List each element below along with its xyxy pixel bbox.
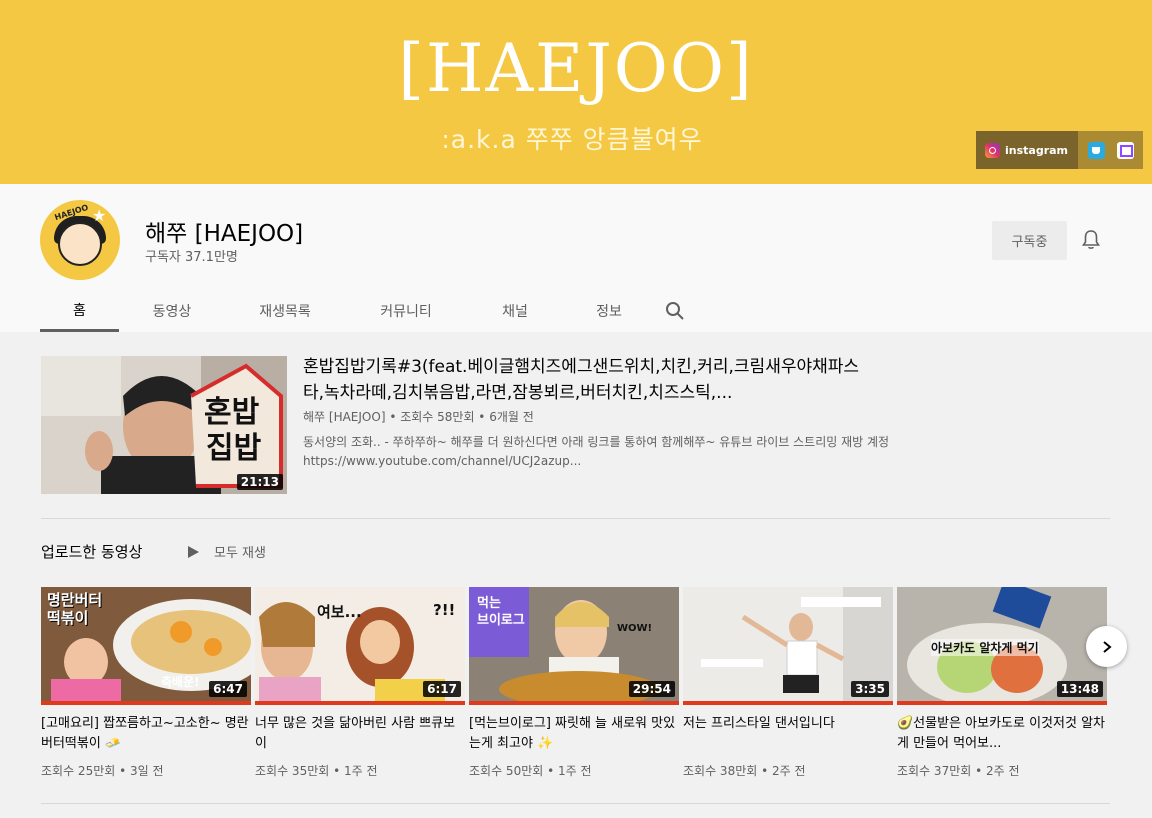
avatar-face [58,222,102,266]
video-thumbnail[interactable]: 3:35 [683,587,893,705]
banner-title: [HAEJOO] [398,30,754,107]
tab-videos[interactable]: 동영상 [119,290,225,332]
featured-video-description: 동서양의 조화.. - 쭈하쭈하~ 해쭈를 더 원하신다면 아래 링크를 통하여… [303,435,890,468]
video-duration: 21:13 [236,474,283,490]
watch-progress-bar [897,701,1107,705]
thumbnail-text: 먹는 브이로그 [477,596,525,628]
thumbnail-text: 아보카도 알차게 먹기 [931,639,1039,656]
banner-links: instagram [976,131,1144,169]
video-thumbnail[interactable]: 먹는 브이로그 WOW! 29:54 [469,587,679,705]
thumbnail-text-2: 축배운! [161,675,200,689]
instagram-link[interactable]: instagram [976,131,1079,169]
tab-community[interactable]: 커뮤니티 [345,290,467,332]
video-card[interactable]: 여보... ?!! 6:17 너무 많은 것을 닮아버린 사람 쁘큐보이 조회수… [255,587,465,779]
video-thumbnail[interactable]: 여보... ?!! 6:17 [255,587,465,705]
channel-tabs: 홈 동영상 재생목록 커뮤니티 채널 정보 [40,290,695,332]
watch-progress-bar [469,701,679,705]
star-icon: ★ [92,206,107,225]
banner-subtitle: :a.k.a 쭈쭈 앙큼불여우 [441,125,703,154]
video-card[interactable]: 먹는 브이로그 WOW! 29:54 [먹는브이로그] 짜릿해 늘 새로워 맛있… [469,587,679,779]
search-icon [666,302,684,320]
play-all-label: 모두 재생 [214,546,266,561]
video-meta: 조회수 50만회 • 1주 전 [469,764,592,778]
featured-video-title[interactable]: 혼밥집밥기록#3(feat.베이글햄치즈에그샌드위치,치킨,커리,크림새우야채파… [303,354,863,406]
twitch-link-icon[interactable] [1117,141,1135,159]
thumbnail-text: 명란버터 떡볶이 [47,591,103,627]
video-meta: 조회수 35만회 • 1주 전 [255,764,378,778]
video-meta: 조회수 25만회 • 3일 전 [41,764,164,778]
video-duration: 13:48 [1056,681,1103,697]
tab-playlists[interactable]: 재생목록 [225,290,345,332]
video-title[interactable]: 🥑선물받은 아보카도로 이것저것 알차게 만들어 먹어보... [897,714,1107,754]
instagram-link-label: instagram [1005,143,1069,157]
video-thumbnail[interactable]: 아보카도 알차게 먹기 13:48 [897,587,1107,705]
channel-banner: [HAEJOO] :a.k.a 쭈쭈 앙큼불여우 instagram [0,0,1152,184]
video-title[interactable]: 너무 많은 것을 닮아버린 사람 쁘큐보이 [255,714,465,754]
video-title[interactable]: 저는 프리스타일 댄서입니다 [683,714,893,754]
shelf-next-button[interactable] [1086,626,1127,667]
bell-icon[interactable] [1081,229,1101,251]
play-icon [188,545,199,558]
home-content: 혼밥 집밥 21:13 혼밥집밥기록#3(feat.베이글햄치즈에그샌드위치,치… [0,332,1152,818]
watch-progress-bar [41,701,251,705]
tab-home[interactable]: 홈 [40,290,119,332]
uploads-section-title[interactable]: 업로드한 동영상 [41,541,142,562]
buymeacoffee-link-icon[interactable] [1088,141,1106,159]
video-duration: 3:35 [851,681,889,697]
channel-search-button[interactable] [655,290,695,332]
thumbnail-text-2: ?!! [433,601,456,619]
video-duration: 29:54 [628,681,675,697]
subscriber-count: 구독자 37.1만명 [145,250,238,265]
channel-header: HAEJOO ★ 해쭈 [HAEJOO] 구독자 37.1만명 구독중 홈 동영… [0,184,1152,332]
video-meta: 조회수 38만회 • 2주 전 [683,764,806,778]
section-divider [41,518,1110,519]
video-card[interactable]: 아보카도 알차게 먹기 13:48 🥑선물받은 아보카도로 이것저것 알차게 만… [897,587,1107,779]
video-meta: 조회수 37만회 • 2주 전 [897,764,1020,778]
video-thumbnail[interactable]: 명란버터 떡볶이 축배운! 6:47 [41,587,251,705]
instagram-icon [985,142,1000,158]
watch-progress-bar [255,701,465,705]
chevron-right-icon [1102,640,1112,653]
video-title[interactable]: [먹는브이로그] 짜릿해 늘 새로워 맛있는게 최고야 ✨ [469,714,679,754]
video-card[interactable]: 3:35 저는 프리스타일 댄서입니다 조회수 38만회 • 2주 전 [683,587,893,779]
video-card[interactable]: 명란버터 떡볶이 축배운! 6:47 [고매요리] 짭쪼름하고~고소한~ 명란버… [41,587,251,779]
video-title[interactable]: [고매요리] 짭쪼름하고~고소한~ 명란버터떡볶이 🧈 [41,714,251,754]
thumbnail-text-2: WOW! [617,623,653,634]
featured-thumbnail-text-1: 혼밥 [204,395,260,430]
play-all-button[interactable]: 모두 재생 [188,542,266,561]
featured-video-meta: 해쭈 [HAEJOO] • 조회수 58만회 • 6개월 전 [303,410,534,424]
tab-channels[interactable]: 채널 [467,290,563,332]
video-duration: 6:47 [209,681,247,697]
watch-progress-bar [683,701,893,705]
channel-avatar[interactable]: HAEJOO ★ [40,200,120,280]
subscribed-button[interactable]: 구독중 [992,221,1067,260]
featured-video-thumbnail[interactable]: 혼밥 집밥 21:13 [41,356,287,494]
tab-about[interactable]: 정보 [563,290,655,332]
video-duration: 6:17 [423,681,461,697]
channel-name: 해쭈 [HAEJOO] [145,221,304,247]
featured-thumbnail-text-2: 집밥 [206,431,262,466]
section-divider [41,803,1110,804]
thumbnail-text: 여보... [317,603,362,621]
